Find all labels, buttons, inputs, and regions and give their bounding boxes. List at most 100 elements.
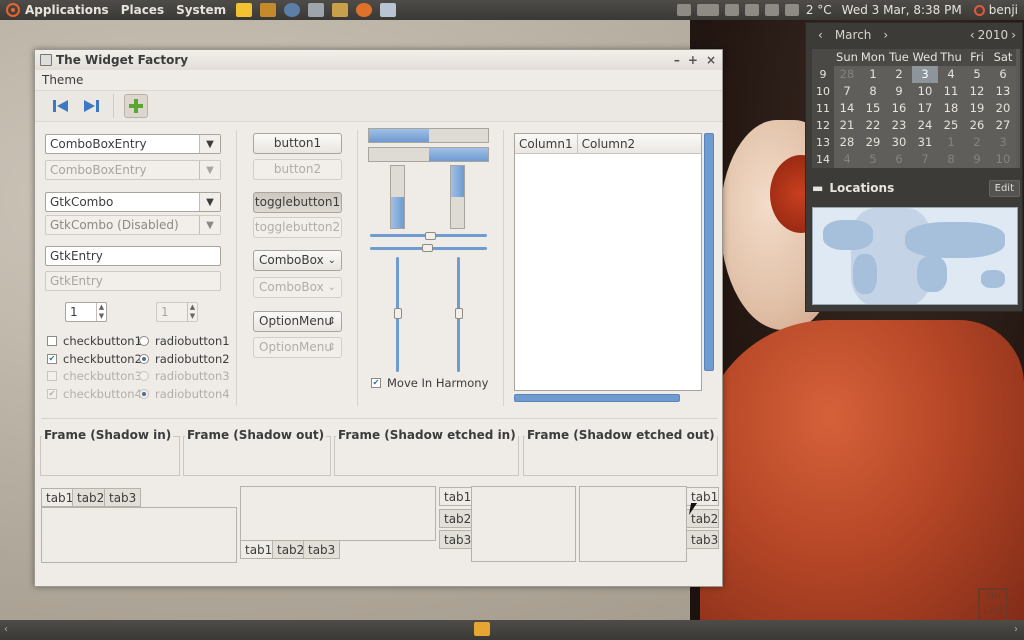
menu-theme[interactable]: Theme <box>42 73 83 87</box>
notebook-right-tab3[interactable]: tab3 <box>686 530 719 549</box>
spin-button[interactable]: 1 ▲ ▼ <box>65 302 107 322</box>
mail-icon[interactable] <box>784 4 799 16</box>
trash-icon[interactable] <box>676 4 691 16</box>
panel-scroll-right-icon[interactable]: › <box>1014 625 1020 635</box>
calendar-day[interactable]: 10 <box>990 151 1016 168</box>
calendar-day[interactable]: 21 <box>834 117 860 134</box>
calendar-day[interactable]: 4 <box>938 66 964 83</box>
combobox[interactable]: ComboBox ⌄ <box>253 250 342 271</box>
calendar-day[interactable]: 19 <box>964 100 990 117</box>
title-bar[interactable]: The Widget Factory – + × <box>35 50 722 70</box>
workspace-switcher-icon[interactable] <box>696 4 719 16</box>
calendar-day[interactable]: 4 <box>834 151 860 168</box>
volume-icon[interactable] <box>764 4 779 16</box>
calendar-day[interactable]: 28 <box>834 134 860 151</box>
locations-edit-button[interactable]: Edit <box>988 179 1020 197</box>
calendar-day[interactable]: 17 <box>912 100 938 117</box>
vscale-2-handle[interactable] <box>455 308 463 319</box>
gtk-combo[interactable]: GtkCombo ▼ <box>45 192 221 212</box>
calendar-day[interactable]: 9 <box>964 151 990 168</box>
checkbutton2[interactable]: ✔ checkbutton2 <box>47 352 142 366</box>
add-button[interactable] <box>124 94 148 118</box>
calendar-day[interactable]: 8 <box>860 83 886 100</box>
calendar-day[interactable]: 9 <box>886 83 912 100</box>
spin-up-icon[interactable]: ▲ <box>97 303 106 312</box>
calendar-day[interactable]: 28 <box>834 66 860 83</box>
network-icon[interactable] <box>724 4 739 16</box>
calendar-day[interactable]: 7 <box>912 151 938 168</box>
hscale-1-handle[interactable] <box>425 232 436 240</box>
calendar-day[interactable]: 15 <box>860 100 886 117</box>
terminal-launcher-icon[interactable] <box>260 3 277 17</box>
calendar-day[interactable]: 5 <box>964 66 990 83</box>
combo-box-entry[interactable]: ComboBoxEntry ▼ <box>45 134 221 154</box>
move-in-harmony-checkbox[interactable]: ✔ Move In Harmony <box>371 376 488 390</box>
notebook-left-tab1[interactable]: tab1 <box>439 487 472 506</box>
prev-month-icon[interactable]: ‹ <box>812 28 829 42</box>
notebook-left-tab3[interactable]: tab3 <box>439 530 472 549</box>
mail-launcher-icon[interactable] <box>308 3 325 17</box>
next-year-icon[interactable]: › <box>1011 28 1016 42</box>
calendar-day[interactable]: 2 <box>886 66 912 83</box>
calendar-day[interactable]: 27 <box>990 117 1016 134</box>
folder-icon[interactable] <box>474 622 490 636</box>
calendar-day[interactable]: 6 <box>990 66 1016 83</box>
menu-applications[interactable]: Applications <box>0 0 115 20</box>
calendar-day[interactable]: 13 <box>990 83 1016 100</box>
checkbutton1[interactable]: checkbutton1 <box>47 334 142 348</box>
calendar-day[interactable]: 11 <box>938 83 964 100</box>
calendar-day[interactable]: 16 <box>886 100 912 117</box>
calendar-day[interactable]: 23 <box>886 117 912 134</box>
calendar-day[interactable]: 12 <box>964 83 990 100</box>
calendar-day[interactable]: 8 <box>938 151 964 168</box>
calendar-day[interactable]: 1 <box>938 134 964 151</box>
column1-header[interactable]: Column1 <box>515 134 578 153</box>
minimize-button[interactable]: – <box>674 53 680 67</box>
calendar-day[interactable]: 18 <box>938 100 964 117</box>
calendar-day[interactable]: 3 <box>912 66 938 83</box>
close-button[interactable]: × <box>706 53 716 67</box>
user-menu[interactable]: benji <box>968 3 1024 17</box>
calendar-day[interactable]: 29 <box>860 134 886 151</box>
collapse-icon[interactable]: ▬ <box>812 181 823 195</box>
menu-system[interactable]: System <box>170 0 232 20</box>
radiobutton1[interactable]: radiobutton1 <box>139 334 230 348</box>
vscale-1-handle[interactable] <box>394 308 402 319</box>
option-menu[interactable]: OptionMenu ⇕ <box>253 311 342 332</box>
horizontal-scrollbar[interactable] <box>514 394 680 402</box>
go-first-button[interactable] <box>49 94 73 118</box>
globe-launcher-icon[interactable] <box>284 3 301 17</box>
chevron-down-icon[interactable]: ▼ <box>199 135 220 153</box>
column2-header[interactable]: Column2 <box>578 134 701 153</box>
radiobutton2[interactable]: radiobutton2 <box>139 352 230 366</box>
vertical-scrollbar[interactable] <box>704 133 714 371</box>
button1[interactable]: button1 <box>253 133 342 154</box>
calendar-day[interactable]: 26 <box>964 117 990 134</box>
firefox-launcher-icon[interactable] <box>356 3 373 17</box>
weather-readout[interactable]: 2 °C <box>802 3 836 17</box>
notebook-bottom-tab3[interactable]: tab3 <box>303 540 341 559</box>
notes-launcher-icon[interactable] <box>236 3 253 17</box>
calendar-day[interactable]: 31 <box>912 134 938 151</box>
calendar-day[interactable]: 5 <box>860 151 886 168</box>
panel-scroll-left-icon[interactable]: ‹ <box>4 625 10 635</box>
calendar-day[interactable]: 24 <box>912 117 938 134</box>
window-menu-icon[interactable] <box>40 54 52 66</box>
calendar-day[interactable]: 7 <box>834 83 860 100</box>
calendar-day[interactable]: 25 <box>938 117 964 134</box>
menu-places[interactable]: Places <box>115 0 170 20</box>
calendar-day[interactable]: 6 <box>886 151 912 168</box>
hscale-2-handle[interactable] <box>422 244 433 252</box>
calendar-day[interactable]: 2 <box>964 134 990 151</box>
notebook-left-tab2[interactable]: tab2 <box>439 509 472 528</box>
chevron-down-icon[interactable]: ▼ <box>199 193 220 211</box>
tree-view[interactable]: Column1 Column2 <box>514 133 702 391</box>
calendar-day[interactable]: 3 <box>990 134 1016 151</box>
panel-clock[interactable]: Wed 3 Mar, 8:38 PM <box>836 3 968 17</box>
gtk-entry[interactable]: GtkEntry <box>45 246 221 266</box>
next-month-icon[interactable]: › <box>877 28 894 42</box>
calendar-day[interactable]: 20 <box>990 100 1016 117</box>
notebook-top-tab3[interactable]: tab3 <box>104 488 142 507</box>
togglebutton1[interactable]: togglebutton1 <box>253 192 342 213</box>
maximize-button[interactable]: + <box>688 53 698 67</box>
